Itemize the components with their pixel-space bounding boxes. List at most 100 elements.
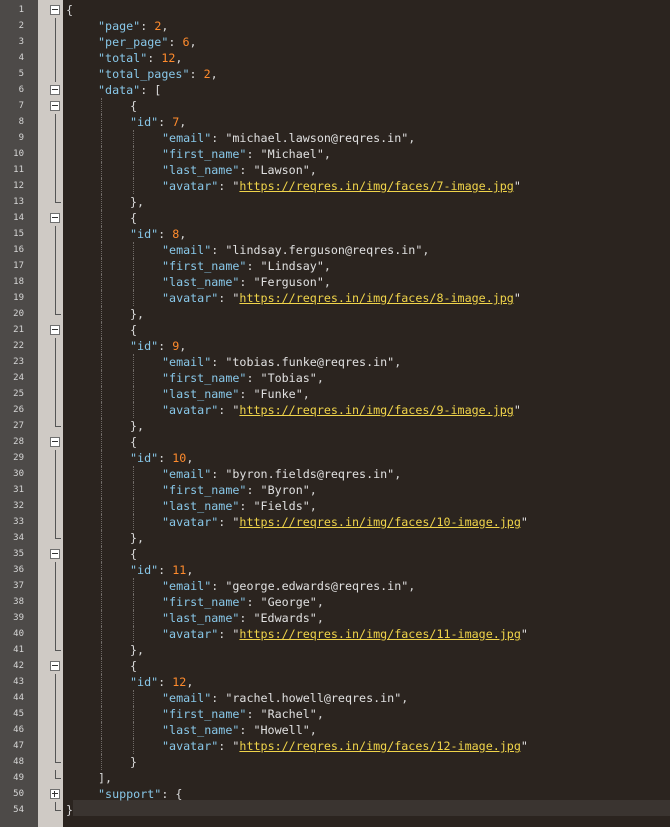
code-line[interactable]: 25 "last_name": "Funke",	[0, 386, 670, 402]
line-number: 1	[18, 5, 24, 15]
code-line[interactable]: 30 "email": "byron.fields@reqres.in",	[0, 466, 670, 482]
url-link[interactable]: https://reqres.in/img/faces/9-image.jpg	[239, 403, 513, 417]
json-punctuation: {	[130, 323, 138, 337]
json-punctuation: ,	[323, 147, 331, 161]
code-text: "page": 2,	[98, 18, 168, 34]
json-punctuation: :	[189, 67, 204, 81]
code-line[interactable]: 29 "id": 10,	[0, 450, 670, 466]
url-link[interactable]: https://reqres.in/img/faces/7-image.jpg	[239, 179, 513, 193]
code-text: "total_pages": 2,	[98, 66, 218, 82]
code-line[interactable]: 7{	[0, 98, 670, 114]
code-line[interactable]: 3 "per_page": 6,	[0, 34, 670, 50]
code-line[interactable]: 37 "email": "george.edwards@reqres.in",	[0, 578, 670, 594]
json-string: "	[520, 627, 528, 641]
code-line[interactable]: 18 "last_name": "Ferguson",	[0, 274, 670, 290]
code-line[interactable]: 19 "avatar": "https://reqres.in/img/faces…	[0, 290, 670, 306]
code-line[interactable]: 26 "avatar": "https://reqres.in/img/faces…	[0, 402, 670, 418]
json-string: "lindsay.ferguson@reqres.in"	[225, 243, 423, 257]
code-line[interactable]: 28 {	[0, 434, 670, 450]
fold-guide-line	[55, 338, 56, 354]
code-line[interactable]: 44 "email": "rachel.howell@reqres.in",	[0, 690, 670, 706]
url-link[interactable]: https://reqres.in/img/faces/8-image.jpg	[239, 291, 513, 305]
code-line[interactable]: 50 "support": {	[0, 786, 670, 802]
code-line[interactable]: 16 "email": "lindsay.ferguson@reqres.in",	[0, 242, 670, 258]
collapse-fold-icon[interactable]	[50, 213, 60, 223]
json-number: 6	[182, 35, 190, 49]
json-punctuation: :	[158, 675, 173, 689]
line-number: 31	[13, 485, 24, 495]
fold-guide-line	[55, 354, 56, 370]
code-line[interactable]: 11 "last_name": "Lawson",	[0, 162, 670, 178]
collapse-fold-icon[interactable]	[50, 549, 60, 559]
collapse-fold-icon[interactable]	[50, 101, 60, 111]
code-line[interactable]: 8 "id": 7,	[0, 114, 670, 130]
code-line[interactable]: 47 "avatar": "https://reqres.in/img/faces…	[0, 738, 670, 754]
json-string: "	[513, 291, 521, 305]
indent-guide	[133, 578, 134, 594]
code-line[interactable]: 31 "first_name": "Byron",	[0, 482, 670, 498]
code-line[interactable]: 38 "first_name": "George",	[0, 594, 670, 610]
code-text: "per_page": 6,	[98, 34, 197, 50]
code-line[interactable]: 49],	[0, 770, 670, 786]
json-string: "Tobias"	[260, 371, 317, 385]
json-punctuation: ,	[323, 275, 331, 289]
url-link[interactable]: https://reqres.in/img/faces/10-image.jpg	[239, 515, 520, 529]
code-line[interactable]: 1{	[0, 2, 670, 18]
code-line[interactable]: 27},	[0, 418, 670, 434]
code-line[interactable]: 5 "total_pages": 2,	[0, 66, 670, 82]
code-line[interactable]: 35 {	[0, 546, 670, 562]
code-line[interactable]: 20},	[0, 306, 670, 322]
code-line[interactable]: 14 {	[0, 210, 670, 226]
code-line[interactable]: 17 "first_name": "Lindsay",	[0, 258, 670, 274]
json-punctuation: :	[218, 291, 233, 305]
code-line[interactable]: 22 "id": 9,	[0, 338, 670, 354]
code-editor[interactable]: 1{2 "page": 2, 3 "per_page": 6, 4 "total": 12…	[0, 0, 670, 827]
collapse-fold-icon[interactable]	[50, 437, 60, 447]
collapse-fold-icon[interactable]	[50, 661, 60, 671]
fold-guide-line	[55, 482, 56, 498]
code-line[interactable]: 9 "email": "michael.lawson@reqres.in",	[0, 130, 670, 146]
code-line[interactable]: 48}	[0, 754, 670, 770]
code-line[interactable]: 2 "page": 2,	[0, 18, 670, 34]
fold-guide-line	[55, 162, 56, 178]
code-line[interactable]: 45 "first_name": "Rachel",	[0, 706, 670, 722]
code-line[interactable]: 41},	[0, 642, 670, 658]
indent-guide	[101, 146, 102, 162]
code-line[interactable]: 33 "avatar": "https://reqres.in/img/faces…	[0, 514, 670, 530]
json-string: "	[520, 515, 528, 529]
fold-guide-line	[55, 514, 56, 530]
collapse-fold-icon[interactable]	[50, 325, 60, 335]
code-line[interactable]: 4 "total": 12,	[0, 50, 670, 66]
fold-guide-line	[55, 114, 56, 130]
json-string: "George"	[260, 595, 317, 609]
url-link[interactable]: https://reqres.in/img/faces/12-image.jpg	[239, 739, 520, 753]
collapse-fold-icon[interactable]	[50, 5, 60, 15]
code-line[interactable]: 13},	[0, 194, 670, 210]
code-text: {	[130, 210, 137, 226]
collapse-fold-icon[interactable]	[50, 85, 60, 95]
code-line[interactable]: 46 "last_name": "Howell",	[0, 722, 670, 738]
code-line[interactable]: 12 "avatar": "https://reqres.in/img/faces…	[0, 178, 670, 194]
json-key: "email"	[162, 467, 212, 481]
expand-fold-icon[interactable]	[50, 789, 60, 799]
code-line[interactable]: 34},	[0, 530, 670, 546]
url-link[interactable]: https://reqres.in/img/faces/11-image.jpg	[239, 627, 520, 641]
code-line[interactable]: 39 "last_name": "Edwards",	[0, 610, 670, 626]
code-line[interactable]: 21 {	[0, 322, 670, 338]
indent-guide	[101, 306, 102, 322]
code-text: "email": "george.edwards@reqres.in",	[162, 578, 415, 594]
code-line[interactable]: 54}	[0, 802, 670, 818]
code-text: "avatar": "https://reqres.in/img/faces/9…	[162, 402, 521, 418]
code-line[interactable]: 6 "data": [	[0, 82, 670, 98]
code-line[interactable]: 36 "id": 11,	[0, 562, 670, 578]
indent-guide	[133, 722, 134, 738]
code-line[interactable]: 23 "email": "tobias.funke@reqres.in",	[0, 354, 670, 370]
code-line[interactable]: 43 "id": 12,	[0, 674, 670, 690]
code-line[interactable]: 42 {	[0, 658, 670, 674]
code-line[interactable]: 10 "first_name": "Michael",	[0, 146, 670, 162]
code-line[interactable]: 40 "avatar": "https://reqres.in/img/faces…	[0, 626, 670, 642]
code-line[interactable]: 15 "id": 8,	[0, 226, 670, 242]
code-line[interactable]: 32 "last_name": "Fields",	[0, 498, 670, 514]
code-line[interactable]: 24 "first_name": "Tobias",	[0, 370, 670, 386]
json-key: "first_name"	[162, 483, 247, 497]
